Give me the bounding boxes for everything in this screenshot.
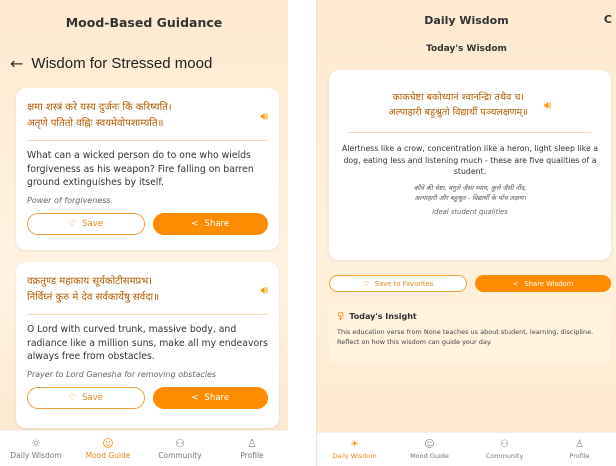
hindi-translation: कौवे की चेष्टा, बगुले जैसा ध्यान, कुत्ते… (341, 183, 599, 203)
heart-icon: ♡ (68, 392, 77, 403)
hindi-line: कौवे की चेष्टा, बगुले जैसा ध्यान, कुत्ते… (413, 183, 527, 192)
sun-icon: ☀ (350, 438, 359, 450)
sanskrit-verse: काकचेष्टा बकोध्यानं श्वानन्द्रिा तथैव च।… (388, 90, 527, 120)
app-header: Mood-Based Guidance (0, 0, 288, 44)
nav-mood-guide[interactable]: ☺ Mood Guide (72, 431, 144, 466)
smile-icon: ☺ (102, 436, 114, 450)
nav-label: Community (485, 451, 524, 460)
insight-title: Today's Insight (349, 312, 417, 321)
section-subtitle: Today's Wisdom (426, 44, 507, 54)
app-header: Daily Wisdom C (317, 0, 616, 40)
heart-icon: ♡ (362, 279, 369, 288)
sanskrit-line: अल्पाहारी बहुश्रुतो विद्यार्थी पञ्चलक्षण… (388, 107, 528, 118)
todays-insight-panel: ♀ Today's Insight This education verse f… (329, 303, 611, 363)
save-to-favorites-button[interactable]: ♡ Save to Favorites (329, 275, 467, 292)
share-label: Share Wisdom (524, 279, 574, 288)
save-button[interactable]: ♡ Save (27, 386, 145, 409)
sanskrit-verse: वक्रतुण्ड महाकाय सूर्यकोटीसमप्रभ। निर्वि… (27, 274, 159, 306)
nav-daily-wisdom[interactable]: ☼ Daily Wisdom (0, 431, 72, 466)
screenshot-stage: Mood-Based Guidance ← Wisdom for Stresse… (0, 0, 616, 466)
back-arrow-icon[interactable]: ← (10, 54, 23, 73)
header-title: Daily Wisdom (424, 13, 509, 27)
hindi-line: अल्पाहारी और बहुश्रुत - विद्यार्थी के पा… (414, 193, 526, 202)
save-label: Save (82, 218, 103, 229)
people-icon: ⚇ (500, 438, 509, 450)
bottom-nav: ☼ Daily Wisdom ☺ Mood Guide ⚇ Community … (0, 430, 288, 466)
share-button[interactable]: < Share (152, 212, 268, 235)
nav-community[interactable]: ⚇ Community (144, 431, 216, 466)
header-title: Mood-Based Guidance (65, 14, 223, 30)
refresh-icon[interactable]: C (604, 13, 612, 26)
save-button[interactable]: ♡ Save (27, 212, 145, 235)
nav-mood-guide[interactable]: ☺ Mood Guide (392, 433, 467, 466)
sun-icon: ☼ (31, 436, 41, 450)
nav-label: Mood Guide (410, 451, 449, 460)
verse-context: Prayer to Lord Ganesha for removing obst… (27, 369, 217, 379)
verse-meaning: What can a wicked person do to one who w… (27, 150, 254, 188)
save-label: Save (82, 392, 103, 403)
smile-icon: ☺ (424, 438, 435, 450)
nav-label: Mood Guide (85, 450, 131, 460)
sanskrit-line: काकचेष्टा बकोध्यानं श्वानन्द्रिा तथैव च। (392, 92, 524, 103)
action-buttons: ♡ Save to Favorites < Share Wisdom (329, 275, 611, 292)
insight-text: This education verse from None teaches u… (337, 328, 594, 346)
divider (27, 140, 268, 141)
lightbulb-icon: ♀ (337, 311, 345, 322)
share-icon: < (512, 279, 519, 288)
share-label: Share (204, 392, 230, 403)
nav-label: Daily Wisdom (10, 450, 62, 460)
verse-meaning: O Lord with curved trunk, massive body, … (27, 324, 268, 362)
daily-wisdom-card: काकचेष्टा बकोध्यानं श्वानन्द्रिा तथैव च।… (329, 70, 611, 260)
nav-label: Community (158, 450, 202, 460)
verse-meaning: Alertness like a crow, concentration lik… (341, 144, 599, 176)
divider (27, 314, 268, 315)
wisdom-card: वक्रतुण्ड महाकाय सूर्यकोटीसमप्रभ। निर्वि… (16, 262, 279, 428)
nav-label: Daily Wisdom (332, 451, 377, 460)
save-label: Save to Favorites (374, 279, 434, 288)
sanskrit-verse: क्षमा शस्त्रं करे यस्य दुर्जनः किं करिष्… (27, 100, 172, 132)
share-icon: < (191, 392, 199, 403)
speaker-icon[interactable]: 🔊︎ (544, 98, 552, 113)
nav-label: Profile (240, 450, 264, 460)
daily-wisdom-screen: Daily Wisdom C Today's Wisdom काकचेष्टा … (316, 0, 616, 466)
nav-daily-wisdom[interactable]: ☀ Daily Wisdom (317, 433, 392, 466)
people-icon: ⚇ (175, 436, 185, 450)
nav-profile[interactable]: ♙ Profile (216, 431, 288, 466)
nav-label: Profile (569, 451, 590, 460)
nav-profile[interactable]: ♙ Profile (542, 433, 616, 466)
mood-guidance-screen: Mood-Based Guidance ← Wisdom for Stresse… (0, 0, 288, 466)
sanskrit-line: वक्रतुण्ड महाकाय सूर्यकोटीसमप्रभ। (27, 276, 153, 287)
speaker-icon[interactable]: 🔊︎ (260, 283, 268, 298)
wisdom-card: क्षमा शस्त्रं करे यस्य दुर्जनः किं करिष्… (16, 88, 279, 250)
page-title-row: ← Wisdom for Stressed mood (0, 46, 288, 80)
share-icon: < (191, 218, 199, 229)
bottom-nav: ☀ Daily Wisdom ☺ Mood Guide ⚇ Community … (317, 432, 616, 466)
share-wisdom-button[interactable]: < Share Wisdom (475, 275, 611, 292)
divider (349, 132, 591, 133)
sanskrit-line: क्षमा शस्त्रं करे यस्य दुर्जनः किं करिष्… (27, 102, 172, 113)
share-label: Share (204, 218, 230, 229)
speaker-icon[interactable]: 🔊︎ (260, 109, 268, 124)
person-icon: ♙ (247, 436, 257, 450)
verse-context: Ideal student qualities (432, 207, 508, 216)
share-button[interactable]: < Share (152, 386, 268, 409)
nav-community[interactable]: ⚇ Community (467, 433, 542, 466)
sanskrit-line: निर्विघ्नं कुरु मे देव सर्वकार्येषु सर्व… (27, 292, 160, 303)
verse-context: Power of forgiveness (27, 195, 111, 205)
heart-icon: ♡ (68, 218, 77, 229)
sanskrit-line: अतृणे पतितो वह्निः स्वयमेवोपशाम्यति॥ (27, 118, 164, 129)
person-icon: ♙ (575, 438, 584, 450)
page-title: Wisdom for Stressed mood (31, 54, 213, 72)
